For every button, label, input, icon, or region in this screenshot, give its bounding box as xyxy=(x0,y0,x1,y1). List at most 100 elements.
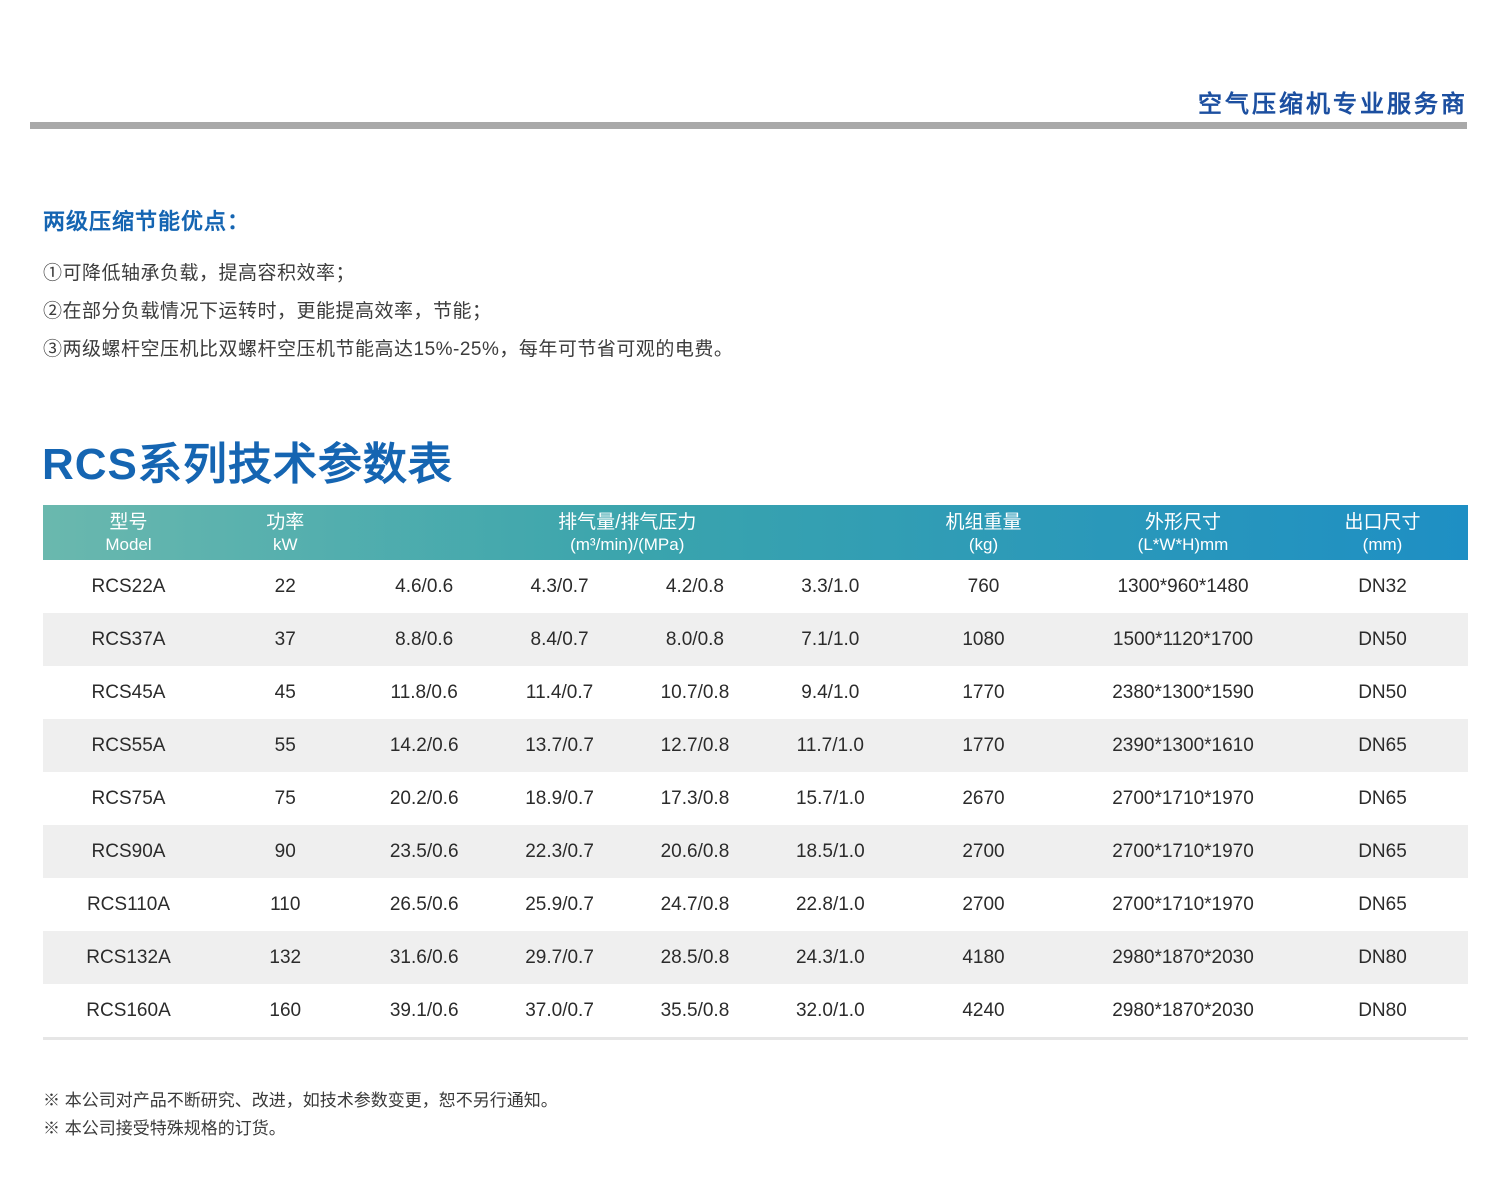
cell-outlet: DN50 xyxy=(1297,666,1468,719)
cell-dims: 2980*1870*2030 xyxy=(1069,984,1297,1039)
cell-dims: 2380*1300*1590 xyxy=(1069,666,1297,719)
cell-weight: 4240 xyxy=(898,984,1069,1039)
col-header-power-zh: 功率 xyxy=(214,511,357,535)
table-body: RCS22A224.6/0.64.3/0.74.2/0.83.3/1.07601… xyxy=(43,560,1468,1039)
cell-d1: 26.5/0.6 xyxy=(357,878,492,931)
col-header-power: 功率 kW xyxy=(214,505,357,560)
cell-outlet: DN65 xyxy=(1297,719,1468,772)
col-header-outlet-unit: (mm) xyxy=(1297,535,1468,555)
advantage-item: ①可降低轴承负载，提高容积效率； xyxy=(43,258,355,285)
cell-model: RCS110A xyxy=(43,878,214,931)
col-header-discharge-unit: (m³/min)/(MPa) xyxy=(357,535,899,555)
cell-model: RCS132A xyxy=(43,931,214,984)
cell-dims: 2980*1870*2030 xyxy=(1069,931,1297,984)
cell-model: RCS90A xyxy=(43,825,214,878)
cell-weight: 2670 xyxy=(898,772,1069,825)
cell-model: RCS55A xyxy=(43,719,214,772)
cell-outlet: DN65 xyxy=(1297,772,1468,825)
cell-d2: 11.4/0.7 xyxy=(492,666,627,719)
cell-d2: 4.3/0.7 xyxy=(492,560,627,613)
table-row: RCS132A13231.6/0.629.7/0.728.5/0.824.3/1… xyxy=(43,931,1468,984)
cell-power: 132 xyxy=(214,931,357,984)
cell-dims: 2700*1710*1970 xyxy=(1069,825,1297,878)
cell-weight: 1770 xyxy=(898,719,1069,772)
cell-weight: 1770 xyxy=(898,666,1069,719)
cell-d4: 24.3/1.0 xyxy=(763,931,898,984)
cell-dims: 2700*1710*1970 xyxy=(1069,878,1297,931)
cell-d3: 4.2/0.8 xyxy=(627,560,762,613)
cell-power: 90 xyxy=(214,825,357,878)
cell-d4: 22.8/1.0 xyxy=(763,878,898,931)
advantages-title: 两级压缩节能优点： xyxy=(43,204,250,236)
table-row: RCS75A7520.2/0.618.9/0.717.3/0.815.7/1.0… xyxy=(43,772,1468,825)
cell-d3: 10.7/0.8 xyxy=(627,666,762,719)
cell-d4: 7.1/1.0 xyxy=(763,613,898,666)
cell-power: 45 xyxy=(214,666,357,719)
col-header-dimensions-zh: 外形尺寸 xyxy=(1069,511,1297,535)
cell-power: 37 xyxy=(214,613,357,666)
col-header-model: 型号 Model xyxy=(43,505,214,560)
table-header-row: 型号 Model 功率 kW 排气量/排气压力 (m³/min)/(MPa) 机… xyxy=(43,505,1468,560)
cell-d1: 20.2/0.6 xyxy=(357,772,492,825)
page: 空气压缩机专业服务商 两级压缩节能优点： ①可降低轴承负载，提高容积效率； ②在… xyxy=(0,0,1500,1200)
col-header-model-en: Model xyxy=(43,535,214,555)
cell-d2: 29.7/0.7 xyxy=(492,931,627,984)
cell-d4: 9.4/1.0 xyxy=(763,666,898,719)
cell-d1: 39.1/0.6 xyxy=(357,984,492,1039)
cell-outlet: DN80 xyxy=(1297,984,1468,1039)
cell-d2: 37.0/0.7 xyxy=(492,984,627,1039)
cell-weight: 2700 xyxy=(898,825,1069,878)
cell-model: RCS75A xyxy=(43,772,214,825)
cell-dims: 1300*960*1480 xyxy=(1069,560,1297,613)
cell-d4: 32.0/1.0 xyxy=(763,984,898,1039)
col-header-outlet-zh: 出口尺寸 xyxy=(1297,511,1468,535)
table-row: RCS160A16039.1/0.637.0/0.735.5/0.832.0/1… xyxy=(43,984,1468,1039)
cell-dims: 1500*1120*1700 xyxy=(1069,613,1297,666)
cell-d1: 4.6/0.6 xyxy=(357,560,492,613)
header-divider xyxy=(30,122,1467,129)
cell-d2: 18.9/0.7 xyxy=(492,772,627,825)
cell-outlet: DN80 xyxy=(1297,931,1468,984)
cell-d3: 12.7/0.8 xyxy=(627,719,762,772)
cell-d1: 8.8/0.6 xyxy=(357,613,492,666)
cell-weight: 2700 xyxy=(898,878,1069,931)
cell-d1: 14.2/0.6 xyxy=(357,719,492,772)
col-header-dimensions-unit: (L*W*H)mm xyxy=(1069,535,1297,555)
cell-d4: 3.3/1.0 xyxy=(763,560,898,613)
cell-model: RCS22A xyxy=(43,560,214,613)
cell-d3: 8.0/0.8 xyxy=(627,613,762,666)
col-header-model-zh: 型号 xyxy=(43,511,214,535)
cell-power: 55 xyxy=(214,719,357,772)
cell-model: RCS160A xyxy=(43,984,214,1039)
table-row: RCS37A378.8/0.68.4/0.78.0/0.87.1/1.01080… xyxy=(43,613,1468,666)
cell-d2: 13.7/0.7 xyxy=(492,719,627,772)
cell-d3: 35.5/0.8 xyxy=(627,984,762,1039)
cell-outlet: DN50 xyxy=(1297,613,1468,666)
col-header-dimensions: 外形尺寸 (L*W*H)mm xyxy=(1069,505,1297,560)
col-header-weight-unit: (kg) xyxy=(898,535,1069,555)
cell-d3: 28.5/0.8 xyxy=(627,931,762,984)
cell-d2: 8.4/0.7 xyxy=(492,613,627,666)
page-slogan: 空气压缩机专业服务商 xyxy=(1198,84,1468,119)
table-row: RCS110A11026.5/0.625.9/0.724.7/0.822.8/1… xyxy=(43,878,1468,931)
advantage-item: ②在部分负载情况下运转时，更能提高效率，节能； xyxy=(43,296,492,323)
table-row: RCS22A224.6/0.64.3/0.74.2/0.83.3/1.07601… xyxy=(43,560,1468,613)
cell-d4: 11.7/1.0 xyxy=(763,719,898,772)
table-row: RCS55A5514.2/0.613.7/0.712.7/0.811.7/1.0… xyxy=(43,719,1468,772)
col-header-discharge-zh: 排气量/排气压力 xyxy=(357,511,899,535)
table-header: 型号 Model 功率 kW 排气量/排气压力 (m³/min)/(MPa) 机… xyxy=(43,505,1468,560)
table-title: RCS系列技术参数表 xyxy=(42,428,453,492)
cell-d4: 15.7/1.0 xyxy=(763,772,898,825)
col-header-power-unit: kW xyxy=(214,535,357,555)
cell-power: 22 xyxy=(214,560,357,613)
cell-outlet: DN65 xyxy=(1297,825,1468,878)
cell-power: 75 xyxy=(214,772,357,825)
cell-power: 160 xyxy=(214,984,357,1039)
cell-outlet: DN32 xyxy=(1297,560,1468,613)
cell-d3: 24.7/0.8 xyxy=(627,878,762,931)
table-row: RCS90A9023.5/0.622.3/0.720.6/0.818.5/1.0… xyxy=(43,825,1468,878)
advantage-item: ③两级螺杆空压机比双螺杆空压机节能高达15%-25%，每年可节省可观的电费。 xyxy=(43,334,733,361)
cell-weight: 760 xyxy=(898,560,1069,613)
footnote: ※ 本公司接受特殊规格的订货。 xyxy=(43,1114,286,1139)
cell-d3: 20.6/0.8 xyxy=(627,825,762,878)
